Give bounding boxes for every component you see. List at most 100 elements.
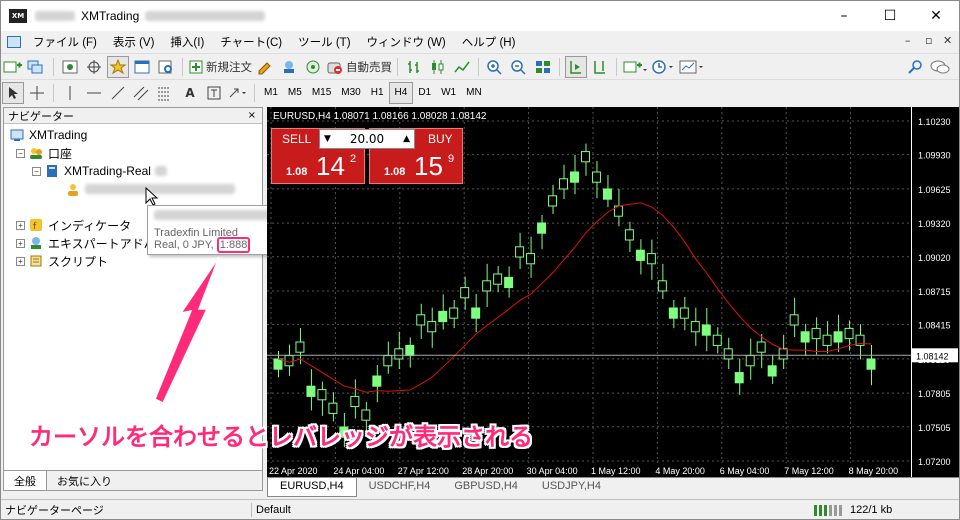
chart-tab-usdjpy[interactable]: USDJPY,H4	[530, 478, 613, 497]
zoom-out-icon[interactable]	[508, 56, 530, 78]
chart-shift-icon[interactable]	[589, 56, 611, 78]
fibonacci-icon[interactable]	[155, 82, 177, 104]
candle-body	[624, 229, 634, 241]
navigator-icon[interactable]	[107, 55, 129, 78]
timeframe-m30-button[interactable]: M30	[336, 82, 365, 104]
text-label-icon[interactable]	[203, 82, 225, 104]
chat-icon[interactable]	[929, 56, 951, 78]
templates-icon[interactable]	[678, 56, 706, 78]
mdi-minimize-button[interactable]: –	[905, 34, 911, 47]
expand-icon[interactable]: +	[16, 220, 25, 230]
equidistant-channel-icon[interactable]	[131, 82, 153, 104]
lot-size-value[interactable]: 20.00	[350, 132, 384, 146]
chart-tab-eurusd[interactable]: EURUSD,H4	[267, 478, 357, 497]
candle-body	[668, 307, 678, 319]
menu-chart[interactable]: チャート(C)	[212, 34, 290, 50]
trendline-icon[interactable]	[107, 82, 129, 104]
line-chart-icon[interactable]	[451, 56, 473, 78]
auto-scroll-icon[interactable]	[565, 55, 587, 78]
time-tick-label: 6 May 04:00	[720, 466, 770, 476]
arrows-icon[interactable]	[227, 82, 249, 104]
drawing-toolbar: A M1 M5 M15 M30 H1 H4 D1 W1 MN	[1, 79, 959, 105]
timeframe-m5-button[interactable]: M5	[283, 82, 307, 104]
signals-icon[interactable]	[278, 56, 300, 78]
minimize-button[interactable]: –	[821, 1, 867, 31]
tester-icon[interactable]	[155, 56, 177, 78]
horizontal-line-icon[interactable]	[83, 82, 105, 104]
new-chart-icon[interactable]	[2, 56, 24, 78]
tile-windows-icon[interactable]	[532, 56, 554, 78]
tree-node-server[interactable]: − XMTrading-Real	[32, 162, 167, 180]
text-tool-icon[interactable]: A	[179, 82, 201, 104]
navigator-close-button[interactable]: ×	[248, 110, 256, 121]
timeframe-m1-button[interactable]: M1	[259, 82, 283, 104]
cursor-icon[interactable]	[2, 81, 24, 104]
menu-help[interactable]: ヘルプ (H)	[454, 34, 524, 50]
collapse-icon[interactable]: −	[32, 166, 41, 176]
tree-node-scripts[interactable]: + スクリプト	[16, 252, 108, 270]
chart-symbol-info: EURUSD,H4 1.08071 1.08166 1.08028 1.0814…	[273, 111, 487, 122]
tab-general[interactable]: 全般	[4, 471, 47, 490]
tooltip-account-type: Real, 0 JPY,	[154, 239, 214, 251]
timeframe-w1-button[interactable]: W1	[436, 82, 461, 104]
lot-decrease-icon[interactable]: ▼	[320, 134, 335, 144]
timeframe-d1-button[interactable]: D1	[413, 82, 436, 104]
tree-label-accounts: 口座	[48, 146, 73, 161]
tree-node-accounts[interactable]: − 口座	[16, 144, 72, 162]
menu-bar: ファイル (F) 表示 (V) 挿入(I) チャート(C) ツール (T) ウィ…	[1, 31, 959, 53]
chart-tab-usdchf[interactable]: USDCHF,H4	[357, 478, 443, 497]
tree-node-root[interactable]: XMTrading	[10, 126, 87, 144]
time-tick-label: 30 Apr 04:00	[527, 466, 578, 476]
menu-tools[interactable]: ツール (T)	[290, 34, 358, 50]
close-window-button[interactable]: ✕	[913, 1, 959, 31]
crosshair-icon[interactable]	[83, 56, 105, 78]
candle-body	[559, 178, 569, 190]
tree-label-indicators: インディケータ	[48, 218, 132, 233]
market-watch-icon[interactable]	[59, 56, 81, 78]
new-order-button[interactable]: 新規注文	[188, 56, 252, 78]
candlestick-icon[interactable]	[427, 56, 449, 78]
tree-node-indicators[interactable]: + f インディケータ	[16, 216, 131, 234]
vertical-line-icon[interactable]	[59, 82, 81, 104]
crosshair-tool-icon[interactable]	[26, 82, 48, 104]
metaeditor-icon[interactable]	[254, 56, 276, 78]
menu-insert[interactable]: 挿入(I)	[162, 34, 212, 50]
timeframe-mn-button[interactable]: MN	[461, 82, 487, 104]
radio-icon[interactable]	[302, 56, 324, 78]
candle-body	[372, 375, 382, 387]
mdi-close-button[interactable]: ✕	[943, 34, 952, 47]
candle-body	[646, 253, 656, 265]
profiles-icon[interactable]	[26, 56, 48, 78]
candle-body	[383, 355, 393, 367]
account-user-icon	[68, 184, 78, 196]
menu-window[interactable]: ウィンドウ (W)	[359, 34, 454, 50]
candle-body	[515, 246, 525, 258]
auto-trading-button[interactable]: 自動売買	[326, 56, 392, 78]
timeframe-h4-button[interactable]: H4	[388, 81, 414, 104]
tab-favorites[interactable]: お気に入り	[47, 471, 122, 490]
tree-label-scripts: スクリプト	[48, 254, 109, 269]
maximize-button[interactable]: ☐	[867, 1, 913, 31]
collapse-icon[interactable]: −	[16, 148, 25, 158]
timeframe-m15-button[interactable]: M15	[307, 82, 336, 104]
expand-icon[interactable]: +	[16, 238, 25, 248]
search-icon[interactable]	[905, 56, 927, 78]
terminal-icon[interactable]	[131, 56, 153, 78]
zoom-in-icon[interactable]	[484, 56, 506, 78]
menu-file[interactable]: ファイル (F)	[25, 34, 105, 50]
price-tick-label: 1.09020	[918, 253, 951, 263]
periods-clock-icon[interactable]	[650, 56, 676, 78]
expand-icon[interactable]: +	[16, 256, 25, 266]
lot-increase-icon[interactable]: ▲	[399, 134, 414, 144]
candle-body	[866, 358, 876, 370]
menu-view[interactable]: 表示 (V)	[105, 34, 163, 50]
candle-body	[833, 331, 843, 343]
chart-window-icon[interactable]	[7, 36, 21, 48]
timeframe-h1-button[interactable]: H1	[366, 82, 389, 104]
indicators-list-icon[interactable]	[622, 56, 648, 78]
bar-chart-icon[interactable]	[403, 56, 425, 78]
chart-tab-gbpusd[interactable]: GBPUSD,H4	[442, 478, 530, 497]
mdi-restore-button[interactable]: ▫	[925, 34, 932, 47]
candle-body	[295, 341, 305, 353]
lot-size-stepper[interactable]: ▼ 20.00 ▲	[319, 129, 415, 149]
